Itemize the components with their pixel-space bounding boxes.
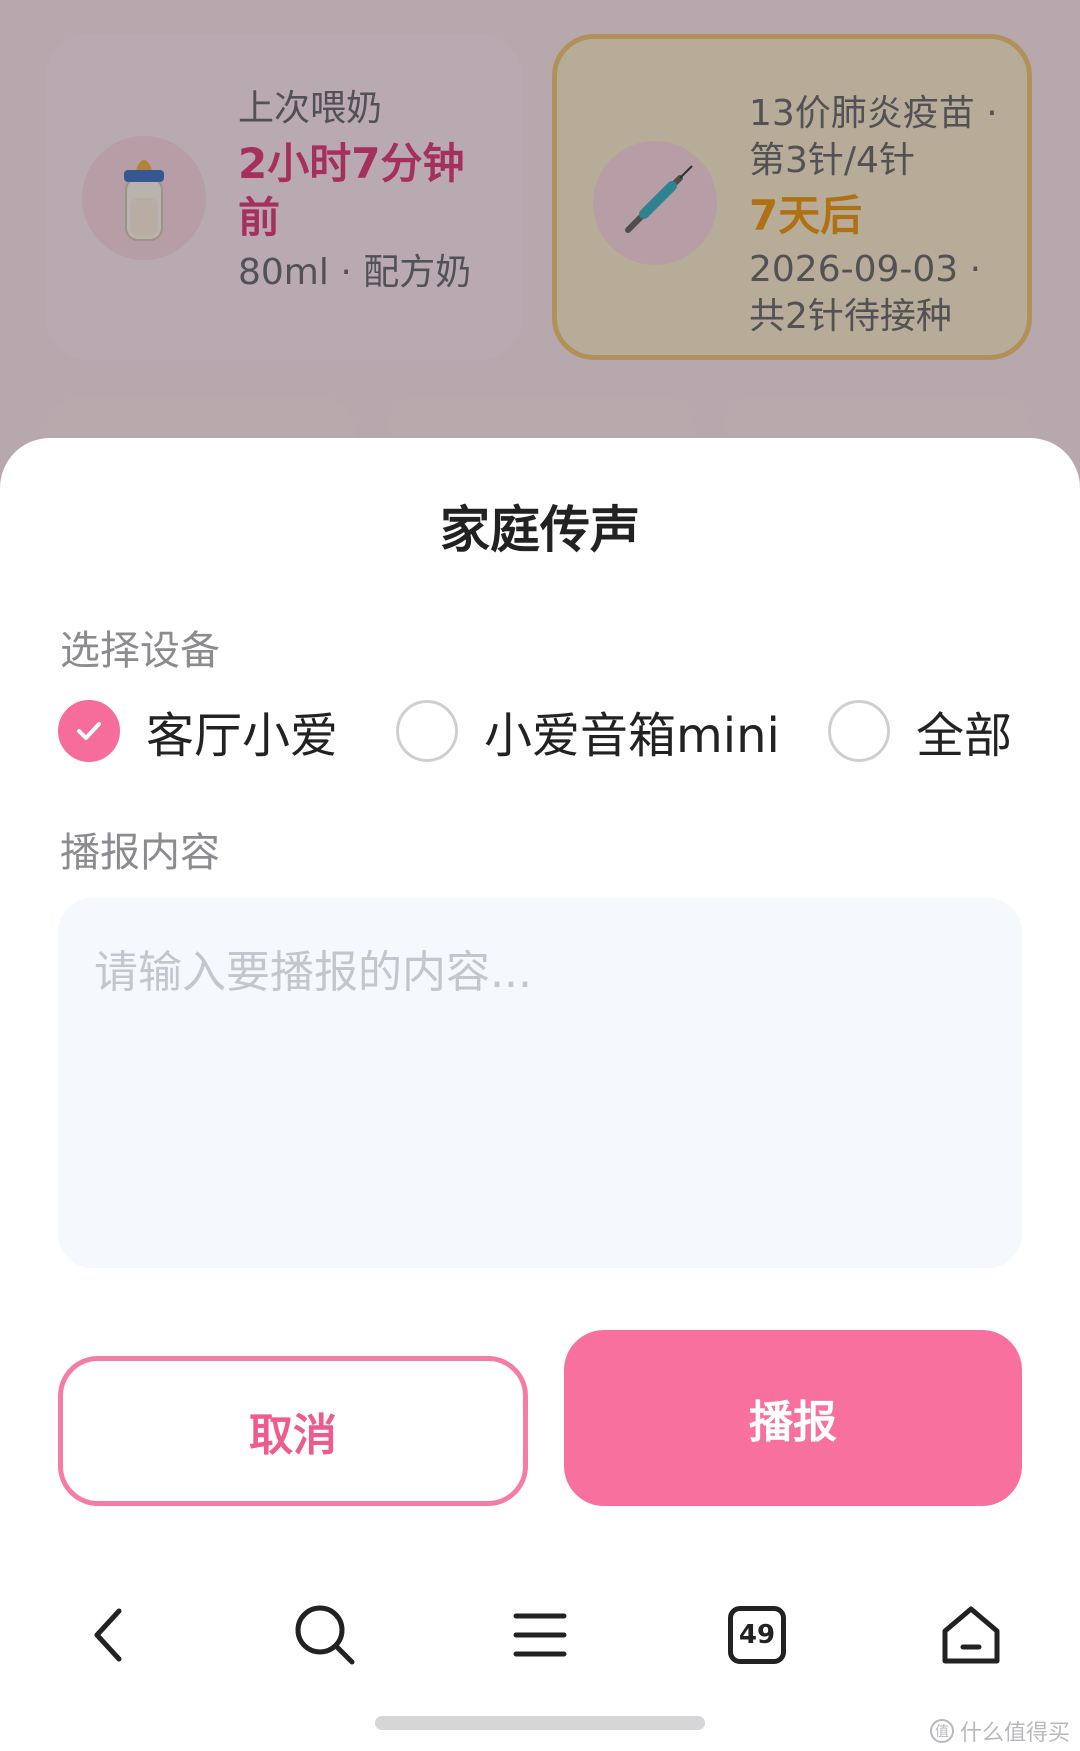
watermark-text: 什么值得买 [959,1721,1070,1746]
sheet-title: 家庭传声 [440,501,640,559]
back-icon[interactable] [64,1580,154,1690]
tabs-icon[interactable]: 49 [712,1580,802,1690]
cancel-button[interactable]: 取消 [58,1356,528,1506]
device-option-all[interactable]: 全部 [828,696,1012,766]
device-option-mini-speaker[interactable]: 小爱音箱mini [396,696,780,766]
bottom-navbar: 49 [0,1580,1080,1690]
home-indicator[interactable] [375,1716,705,1730]
device-option-living-room[interactable]: 客厅小爱 [58,696,338,766]
device-option-label: 小爱音箱mini [484,708,780,764]
broadcast-button[interactable]: 播报 [564,1330,1022,1506]
tab-count: 49 [728,1606,786,1664]
watermark-icon: 值 [929,1719,954,1743]
menu-icon[interactable] [495,1580,585,1690]
device-option-label: 客厅小爱 [146,708,339,764]
watermark: 值 什么值得买 [929,1715,1070,1747]
search-icon[interactable] [280,1580,370,1690]
radio-unchecked-icon[interactable] [828,700,890,762]
device-options: 客厅小爱 小爱音箱mini 全部 [58,696,1028,766]
home-icon[interactable] [926,1580,1016,1690]
device-section-label: 选择设备 [60,628,220,674]
broadcast-content-input[interactable]: 请输入要播报的内容... [58,898,1022,1268]
content-placeholder: 请输入要播报的内容... [94,947,532,998]
device-option-label: 全部 [916,708,1013,764]
family-broadcast-sheet: 家庭传声 选择设备 客厅小爱 小爱音箱mini 全部 播报内容 请输入要播报的内… [0,438,1080,1751]
check-icon[interactable] [58,700,120,762]
radio-unchecked-icon[interactable] [396,700,458,762]
content-section-label: 播报内容 [60,830,220,876]
